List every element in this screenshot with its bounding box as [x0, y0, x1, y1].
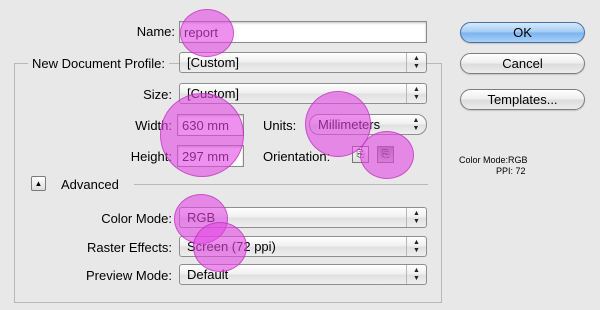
advanced-divider	[134, 184, 428, 185]
preview-mode-value: Default	[187, 267, 229, 282]
select-arrows-icon: ▲ ▼	[406, 237, 426, 256]
profile-value: [Custom]	[187, 55, 240, 70]
profile-select[interactable]: [Custom] ▲ ▼	[179, 52, 427, 73]
color-mode-select[interactable]: RGB ▲ ▼	[179, 207, 427, 228]
width-field[interactable]: 630 mm	[177, 114, 244, 136]
cancel-button[interactable]: Cancel	[460, 53, 585, 74]
raster-effects-label: Raster Effects:	[86, 240, 172, 255]
color-mode-value: RGB	[187, 210, 216, 225]
select-arrows-icon: ▲ ▼	[406, 53, 426, 72]
ok-button[interactable]: OK	[460, 22, 585, 43]
units-select[interactable]: Millimeters ▲ ▼	[309, 114, 427, 135]
info-color-mode: Color Mode:RGB	[459, 155, 528, 165]
height-label: Height:	[130, 149, 172, 164]
advanced-label: Advanced	[61, 177, 119, 192]
orientation-label: Orientation:	[263, 149, 331, 164]
units-value: Millimeters	[318, 117, 381, 132]
select-arrows-icon: ▲ ▼	[406, 208, 426, 227]
color-mode-label: Color Mode:	[101, 211, 172, 226]
raster-effects-value: Screen (72 ppi)	[187, 239, 276, 254]
name-field[interactable]: report	[179, 21, 427, 43]
height-field[interactable]: 297 mm	[177, 145, 244, 167]
portrait-orientation-icon[interactable]: ⎘	[352, 146, 369, 163]
select-arrows-icon: ▲ ▼	[406, 265, 426, 284]
preview-mode-label: Preview Mode:	[86, 268, 172, 283]
raster-effects-select[interactable]: Screen (72 ppi) ▲ ▼	[179, 236, 427, 257]
name-label: Name:	[136, 24, 175, 39]
size-label: Size:	[143, 87, 172, 102]
info-ppi: PPI: 72	[496, 166, 526, 176]
select-arrows-icon: ▲ ▼	[406, 84, 426, 103]
size-value: [Custom]	[187, 86, 240, 101]
advanced-disclosure-icon[interactable]: ▲	[31, 176, 46, 191]
units-label: Units:	[263, 118, 297, 133]
select-arrows-icon: ▲ ▼	[412, 117, 420, 132]
preview-mode-select[interactable]: Default ▲ ▼	[179, 264, 427, 285]
width-label: Width:	[135, 118, 172, 133]
profile-label: New Document Profile:	[28, 56, 169, 71]
landscape-orientation-icon[interactable]: ⎘	[377, 146, 394, 163]
templates-button[interactable]: Templates...	[460, 89, 585, 110]
size-select[interactable]: [Custom] ▲ ▼	[179, 83, 427, 104]
